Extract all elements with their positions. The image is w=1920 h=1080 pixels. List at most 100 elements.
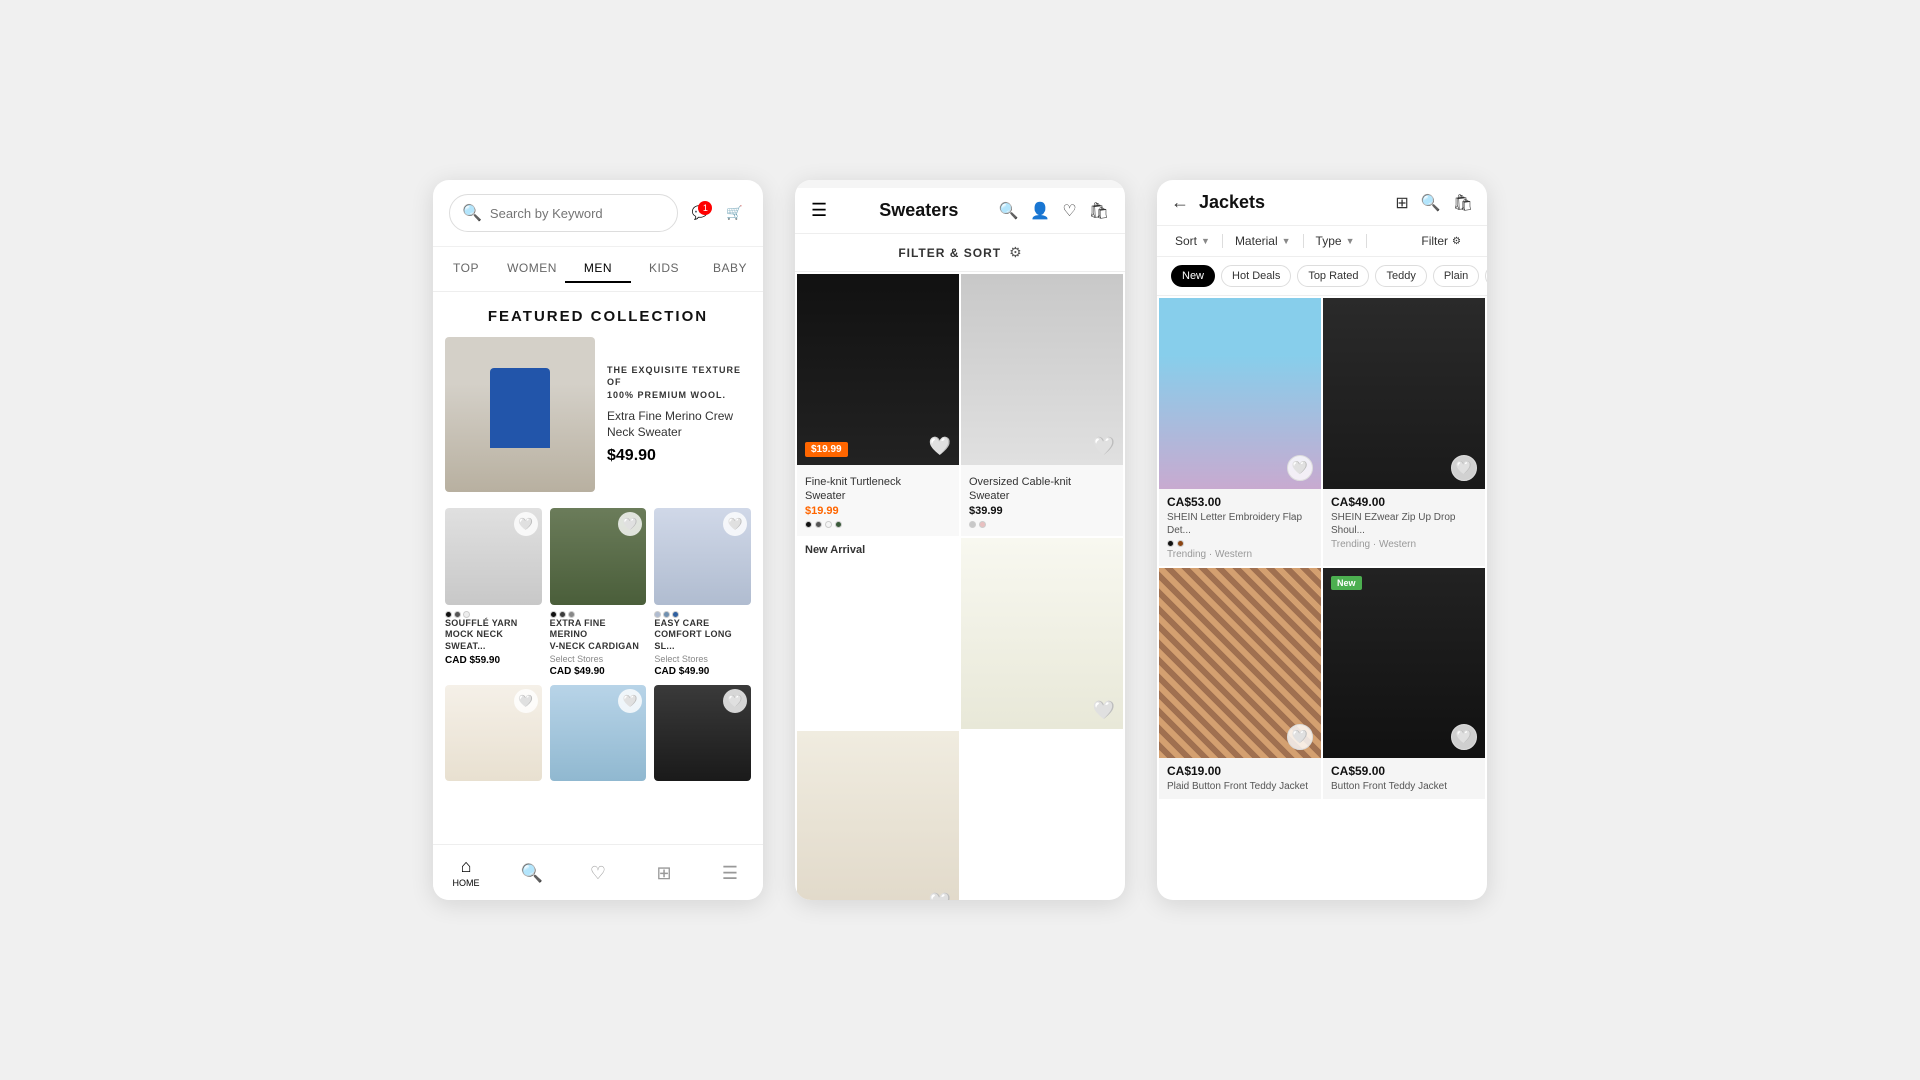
phone-1: 🔍 💬 1 🛒 TOP WOMEN MEN KIDS BABY FEATURED… <box>433 180 763 900</box>
nav-baby[interactable]: BABY <box>697 255 763 283</box>
p3-bag-button[interactable]: 🛍 <box>1453 193 1473 213</box>
p2-wish-btn-3[interactable]: 🤍 <box>1093 700 1115 721</box>
sort-filter[interactable]: Sort ▼ <box>1171 234 1223 248</box>
p3-product-4[interactable]: New 🤍 CA$59.00 Button Front Teddy Jacket <box>1323 568 1485 800</box>
p3-search-button[interactable]: 🔍 <box>1421 193 1441 213</box>
p3-product-2[interactable]: 🤍 CA$49.00 SHEIN EZwear Zip Up Drop Shou… <box>1323 298 1485 566</box>
p2-product-name-2: Oversized Cable-knitSweater <box>969 475 1115 504</box>
color-dot <box>463 611 470 618</box>
wishlist-btn-3[interactable]: 🤍 <box>723 512 747 536</box>
p2-product-name-1: Fine-knit TurtleneckSweater <box>805 475 951 504</box>
sort-arrow: ▼ <box>1201 236 1210 246</box>
p3-product-info-3: CA$19.00 Plaid Button Front Teddy Jacket <box>1159 758 1321 799</box>
featured-title: FEATURED COLLECTION <box>433 292 763 337</box>
p2-colors-2 <box>969 521 1115 528</box>
p3-wish-btn-3[interactable]: 🤍 <box>1287 724 1313 750</box>
p2-product-3[interactable]: 🤍 <box>961 538 1123 729</box>
product-grid: 🤍 SOUFFLÉ YARN MOCK NECK SWEAT... CAD $5… <box>433 508 763 787</box>
p2-bag-button[interactable]: 🛍 <box>1089 201 1109 221</box>
p3-product-img-2: 🤍 <box>1323 298 1485 489</box>
nav-men[interactable]: MEN <box>565 255 631 283</box>
p3-product-3[interactable]: 🤍 CA$19.00 Plaid Button Front Teddy Jack… <box>1159 568 1321 800</box>
type-filter[interactable]: Type ▼ <box>1312 234 1368 248</box>
p3-price-1: CA$53.00 <box>1167 495 1313 509</box>
cart-button[interactable]: 🛒 <box>722 201 747 225</box>
p3-wish-btn-1[interactable]: 🤍 <box>1287 455 1313 481</box>
nav-kids[interactable]: KIDS <box>631 255 697 283</box>
hero-image <box>445 337 595 492</box>
p2-product-img-4: 🤍 <box>797 731 959 900</box>
p3-grid-button[interactable]: ⊞ <box>1395 193 1408 213</box>
tag-teddy[interactable]: Teddy <box>1375 265 1426 287</box>
phones-container: 🔍 💬 1 🛒 TOP WOMEN MEN KIDS BABY FEATURED… <box>0 140 1920 940</box>
tag-plain[interactable]: Plain <box>1433 265 1479 287</box>
hero-product-name: Extra Fine Merino CrewNeck Sweater <box>607 408 751 442</box>
bottom-stores[interactable]: ⊞ <box>631 845 697 900</box>
bottom-wish[interactable]: ♡ <box>565 845 631 900</box>
p2-filter-bar[interactable]: FILTER & SORT ⚙ <box>795 234 1125 272</box>
grid-item-5: 🤍 <box>550 685 647 788</box>
tag-top-rated[interactable]: Top Rated <box>1297 265 1369 287</box>
p3-product-1[interactable]: 🤍 CA$53.00 SHEIN Letter Embroidery Flap … <box>1159 298 1321 566</box>
material-label: Material <box>1235 234 1278 248</box>
p2-search-button[interactable]: 🔍 <box>999 201 1019 221</box>
hero-subtitle: THE EXQUISITE TEXTURE OF100% PREMIUM WOO… <box>607 364 751 402</box>
p3-wish-btn-2[interactable]: 🤍 <box>1451 455 1477 481</box>
p3-name-2: SHEIN EZwear Zip Up Drop Shoul... <box>1331 511 1477 537</box>
p3-title: Jackets <box>1199 192 1385 213</box>
p2-products: $19.99 🤍 Fine-knit TurtleneckSweater $19… <box>795 272 1125 900</box>
back-button[interactable]: ← <box>1171 192 1189 213</box>
p3-price-4: CA$59.00 <box>1331 764 1477 778</box>
p3-trending-1: Trending · Western <box>1167 549 1313 560</box>
chat-button[interactable]: 💬 1 <box>688 201 713 225</box>
color-dot <box>568 611 575 618</box>
color-dots-3 <box>654 611 751 618</box>
bottom-search[interactable]: 🔍 <box>499 845 565 900</box>
color-dot <box>454 611 461 618</box>
p3-tags: New Hot Deals Top Rated Teddy Plain Col <box>1157 257 1487 296</box>
filter-label: Filter <box>1421 234 1448 248</box>
p2-header: ☰ Sweaters 🔍 👤 ♡ 🛍 <box>795 188 1125 234</box>
p3-price-2: CA$49.00 <box>1331 495 1477 509</box>
p2-wish-btn-4[interactable]: 🤍 <box>929 892 951 900</box>
hero-price: $49.90 <box>607 447 751 465</box>
sort-label: Sort <box>1175 234 1197 248</box>
p3-new-badge-4: New <box>1331 576 1362 590</box>
nav-top[interactable]: TOP <box>433 255 499 283</box>
p2-wish-button[interactable]: ♡ <box>1062 201 1076 221</box>
material-filter[interactable]: Material ▼ <box>1231 234 1304 248</box>
filter-btn[interactable]: Filter ⚙ <box>1417 234 1473 248</box>
p3-wish-btn-4[interactable]: 🤍 <box>1451 724 1477 750</box>
p2-colors-1 <box>805 521 951 528</box>
p3-filter-bar: Sort ▼ Material ▼ Type ▼ Filter ⚙ <box>1157 226 1487 257</box>
p3-header-icons: ⊞ 🔍 🛍 <box>1395 193 1473 213</box>
nav-women[interactable]: WOMEN <box>499 255 565 283</box>
wishlist-btn-1[interactable]: 🤍 <box>514 512 538 536</box>
tag-col[interactable]: Col <box>1485 265 1487 287</box>
p2-product-2[interactable]: 🤍 Oversized Cable-knitSweater $39.99 <box>961 274 1123 536</box>
p3-name-4: Button Front Teddy Jacket <box>1331 780 1477 793</box>
wishlist-btn-6[interactable]: 🤍 <box>723 689 747 713</box>
grid-name-1: SOUFFLÉ YARN MOCK NECK SWEAT... <box>445 618 542 653</box>
search-input[interactable] <box>490 206 665 221</box>
wishlist-btn-5[interactable]: 🤍 <box>618 689 642 713</box>
p2-wish-btn-2[interactable]: 🤍 <box>1093 436 1115 457</box>
tag-new[interactable]: New <box>1171 265 1215 287</box>
p2-product-4[interactable]: 🤍 <box>797 731 959 900</box>
p2-product-1[interactable]: $19.99 🤍 Fine-knit TurtleneckSweater $19… <box>797 274 959 536</box>
color-dot <box>559 611 566 618</box>
tag-hot-deals[interactable]: Hot Deals <box>1221 265 1291 287</box>
p2-profile-button[interactable]: 👤 <box>1030 201 1050 221</box>
p2-product-img-2: 🤍 <box>961 274 1123 465</box>
search-bar[interactable]: 🔍 <box>449 194 678 232</box>
stores-icon: ⊞ <box>656 864 671 882</box>
wishlist-btn-4[interactable]: 🤍 <box>514 689 538 713</box>
bottom-home[interactable]: ⌂ HOME <box>433 845 499 900</box>
color-dot <box>663 611 670 618</box>
phone-3: ← Jackets ⊞ 🔍 🛍 Sort ▼ Material ▼ Type ▼ <box>1157 180 1487 900</box>
p3-header: ← Jackets ⊞ 🔍 🛍 <box>1157 180 1487 226</box>
bottom-account[interactable]: ☰ <box>697 845 763 900</box>
menu-icon[interactable]: ☰ <box>811 200 827 221</box>
hero-section: THE EXQUISITE TEXTURE OF100% PREMIUM WOO… <box>433 337 763 492</box>
p2-wish-btn-1[interactable]: 🤍 <box>929 436 951 457</box>
